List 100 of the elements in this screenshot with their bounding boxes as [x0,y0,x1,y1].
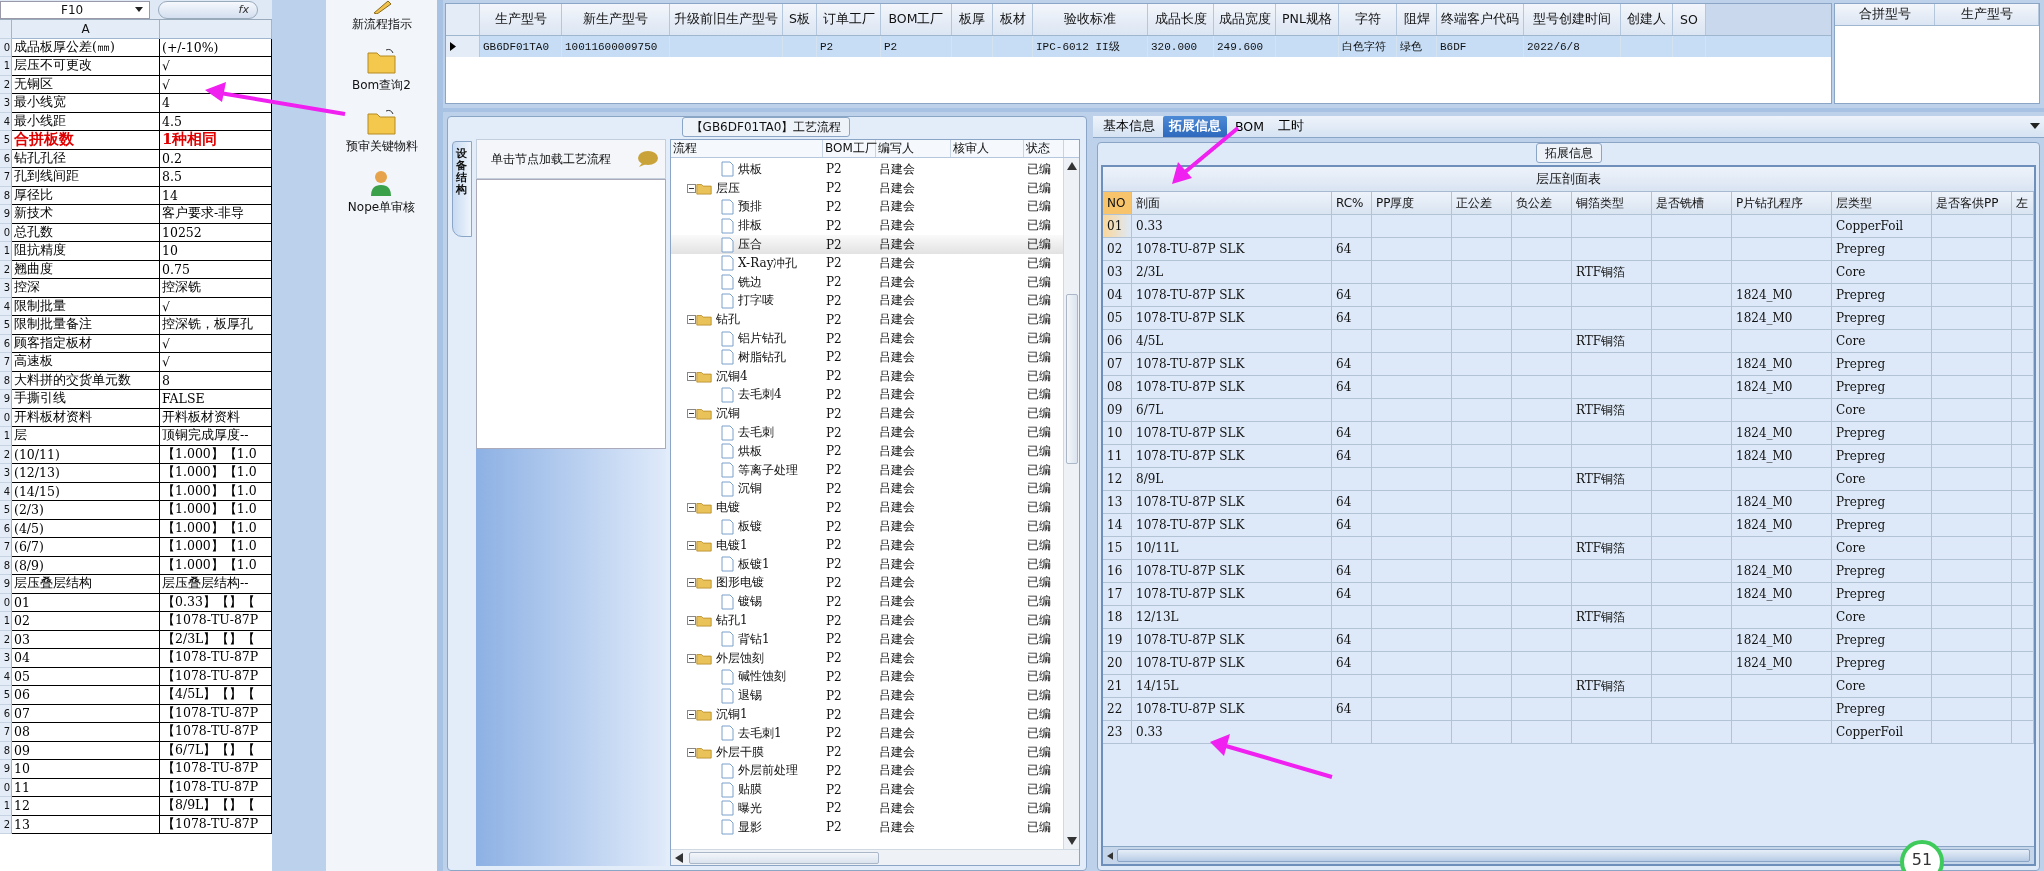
tree-row[interactable]: 压合 P2 吕建会 已编 [671,235,1063,254]
empty-cell [2012,284,2034,307]
table-cell: 1824_M0 [1732,307,1832,330]
scrollbar[interactable] [671,849,1079,865]
table-cell: 21 [1103,675,1132,698]
tree-row[interactable]: 层压 P2 吕建会 已编 [671,178,1063,198]
column-header: 负公差 [1512,192,1572,215]
tree-row[interactable]: 显影 P2 吕建会 已编 [671,817,1063,837]
collapse-icon[interactable] [687,503,696,513]
grid-row[interactable]: GB6DF01TA0 10011600009750 P2 P2 IPC-6012 II级 320.000 249.600 白色字符 绿色 B6DF 2022/6/8 [446,36,1831,57]
table-cell: RTF铜箔 [1572,261,1652,284]
tree-row[interactable]: 电镀 P2 吕建会 已编 [671,498,1063,518]
empty-cell [2012,468,2034,491]
scroll-up-icon[interactable] [1066,162,1077,170]
name-box[interactable]: F10 [0,0,150,19]
launcher-label[interactable]: Bom查询2 [352,77,411,94]
collapse-icon[interactable] [687,578,696,588]
tab[interactable]: 拓展信息 [1163,116,1227,137]
empty-cell [1452,422,1512,445]
table-cell: 64 [1332,353,1372,376]
side-tab[interactable]: 设备结构 [452,141,472,237]
tree-row[interactable]: 打字唛 P2 吕建会 已编 [671,291,1063,311]
table-cell: 1078-TU-87P SLK [1132,514,1332,537]
table-cell: 1078-TU-87P SLK [1132,422,1332,445]
tree-row[interactable]: 去毛刺 P2 吕建会 已编 [671,423,1063,442]
column-header: 状态 [1024,140,1064,157]
tree-row[interactable]: 铣边 P2 吕建会 已编 [671,272,1063,292]
cell: 合拼板数 [12,131,160,150]
launcher-label[interactable]: 预审关键物料 [345,138,418,155]
tree-row[interactable]: 沉铜 P2 吕建会 已编 [671,479,1063,499]
collapse-icon[interactable] [687,710,696,719]
collapse-icon[interactable] [687,371,696,381]
tree-row[interactable]: 铝片钻孔 P2 吕建会 已编 [671,329,1063,348]
tree-row[interactable]: 曝光 P2 吕建会 已编 [671,799,1063,818]
empty-cell [1452,353,1512,376]
tree-row[interactable]: 板镀 P2 吕建会 已编 [671,517,1063,536]
collapse-icon[interactable] [687,653,696,663]
empty-cell [1512,376,1572,399]
tree-row[interactable]: 外层前处理 P2 吕建会 已编 [671,761,1063,781]
collapse-icon[interactable] [687,540,696,550]
tree-row[interactable]: 板镀1 P2 吕建会 已编 [671,554,1063,574]
tree-row[interactable]: 沉铜1 P2 吕建会 已编 [671,705,1063,724]
scroll-thumb[interactable] [1065,293,1078,464]
collapse-icon[interactable] [687,409,696,419]
tree-row[interactable]: 钻孔 P2 吕建会 已编 [671,310,1063,330]
dropdown-icon[interactable] [135,7,143,12]
tree-row[interactable]: 沉铜4 P2 吕建会 已编 [671,366,1063,386]
tree-row[interactable]: 去毛刺4 P2 吕建会 已编 [671,385,1063,405]
tree-row[interactable]: 碱性蚀刻 P2 吕建会 已编 [671,667,1063,687]
collapse-icon[interactable] [687,616,696,625]
tree-row[interactable]: 图形电镀 P2 吕建会 已编 [671,573,1063,593]
scroll-left-icon[interactable] [675,852,683,863]
tree-row[interactable]: 预排 P2 吕建会 已编 [671,197,1063,217]
row-number: 5 [0,131,12,150]
tree-row[interactable]: 背钻1 P2 吕建会 已编 [671,629,1063,649]
tab[interactable]: 基本信息 [1097,116,1161,137]
tree-row[interactable]: 烘板 P2 吕建会 已编 [671,441,1063,461]
empty-cell [2012,537,2034,560]
empty-cell [1452,261,1512,284]
scrollbar[interactable] [1063,158,1079,849]
tree-row[interactable]: 钻孔1 P2 吕建会 已编 [671,611,1063,630]
collapse-icon[interactable] [687,183,696,193]
empty-cell [1512,261,1572,284]
collapse-icon[interactable] [687,747,696,757]
row-number: 1 [0,797,12,816]
tree-row[interactable]: 排板 P2 吕建会 已编 [671,216,1063,236]
empty-cell [1452,468,1512,491]
table-cell: Prepreg [1832,422,1932,445]
document-icon [721,800,734,817]
column-header: 验收标准 [1033,4,1148,35]
tree-row[interactable]: 电镀1 P2 吕建会 已编 [671,535,1063,555]
table-cell: Prepreg [1832,629,1932,652]
collapse-icon[interactable] [687,315,696,325]
tree-row[interactable]: 等离子处理 P2 吕建会 已编 [671,460,1063,480]
scroll-left-icon[interactable] [1107,850,1114,861]
tree-row[interactable]: 沉铜 P2 吕建会 已编 [671,404,1063,424]
launcher-label[interactable]: Nope单审核 [347,199,416,216]
table-cell: 05 [1103,307,1132,330]
empty-cell [1512,698,1572,721]
tree-row[interactable]: 贴膜 P2 吕建会 已编 [671,780,1063,800]
cell: (12/13) [12,464,160,483]
table-cell: 1824_M0 [1732,491,1832,514]
row-number: 5 [0,501,12,520]
tab[interactable]: BOM [1229,116,1270,137]
dropdown-icon[interactable] [2030,123,2040,129]
scroll-down-icon[interactable] [1066,837,1077,845]
tree-row[interactable]: 退锡 P2 吕建会 已编 [671,686,1063,706]
formula-button[interactable]: fx [158,0,258,19]
scrollbar[interactable] [1103,846,2034,864]
tree-row[interactable]: 去毛刺1 P2 吕建会 已编 [671,723,1063,743]
empty-cell [1512,583,1572,606]
tree-row[interactable]: 外层干膜 P2 吕建会 已编 [671,742,1063,762]
tree-row[interactable]: X-Ray冲孔 P2 吕建会 已编 [671,254,1063,273]
tree-row[interactable]: 烘板 P2 吕建会 已编 [671,160,1063,179]
tree-row[interactable]: 树脂钻孔 P2 吕建会 已编 [671,347,1063,367]
table-cell: 1824_M0 [1732,353,1832,376]
launcher-label[interactable]: 新流程指示 [351,16,412,33]
tree-row[interactable]: 镀锡 P2 吕建会 已编 [671,592,1063,612]
tab[interactable]: 工时 [1272,116,1310,137]
tree-row[interactable]: 外层蚀刻 P2 吕建会 已编 [671,648,1063,668]
